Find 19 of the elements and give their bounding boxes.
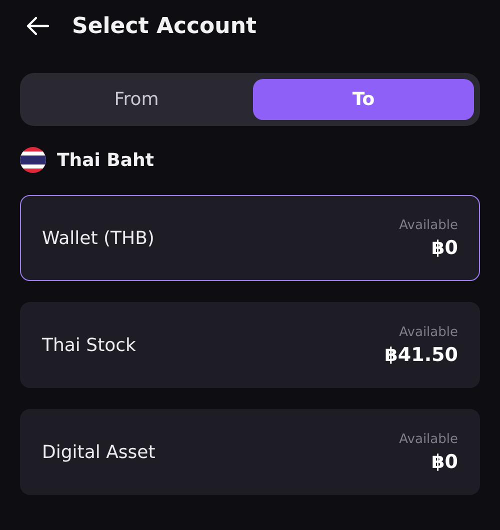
account-card[interactable]: Digital Asset Available ฿0 [20,409,480,495]
account-name: Digital Asset [42,442,156,462]
account-card[interactable]: Wallet (THB) Available ฿0 [20,195,480,281]
back-arrow-icon [26,16,50,36]
available-label: Available [399,324,458,340]
direction-tab[interactable]: To [253,79,474,120]
thailand-flag-icon [20,147,46,173]
account-card[interactable]: Thai Stock Available ฿41.50 [20,302,480,388]
account-name: Thai Stock [42,334,136,356]
account-name: Wallet (THB) [42,228,154,248]
balance-amount: ฿0 [432,450,458,472]
balance-amount: ฿0 [432,236,458,258]
back-button[interactable] [26,16,50,36]
available-label: Available [399,218,458,232]
balance-amount: ฿41.50 [384,344,458,366]
available-label: Available [399,432,458,446]
page-title: Select Account [72,14,257,38]
direction-tab[interactable]: From [26,79,247,120]
currency-name: Thai Baht [57,150,154,170]
